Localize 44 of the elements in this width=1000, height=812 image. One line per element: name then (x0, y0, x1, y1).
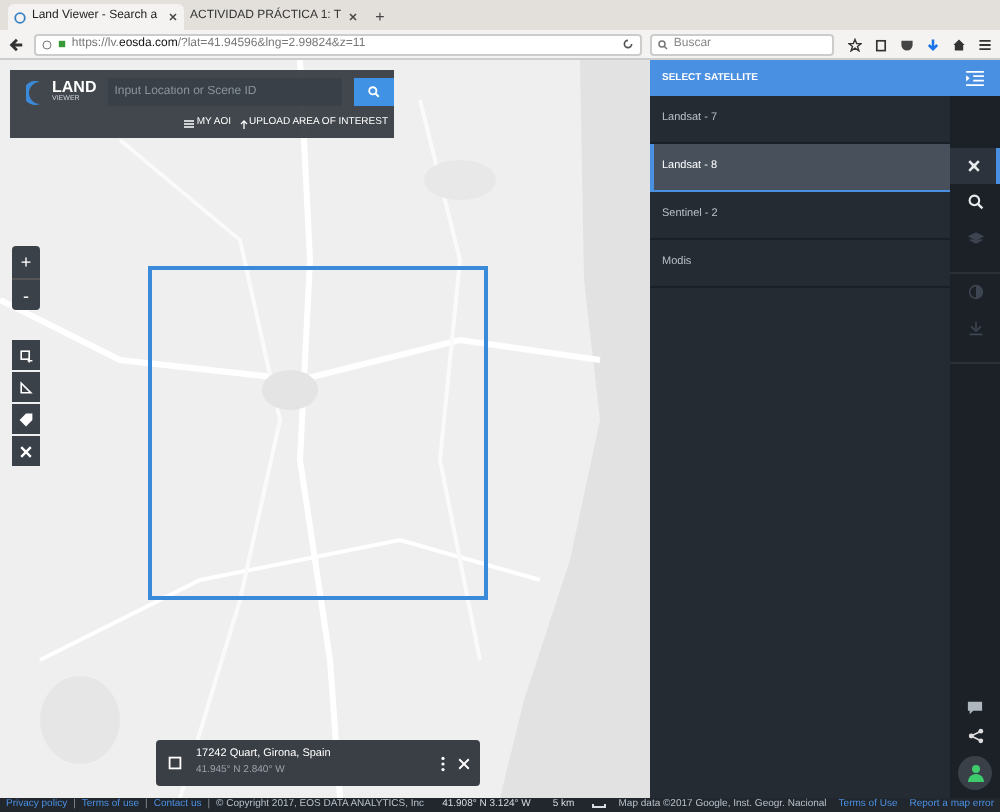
zoom-out-button[interactable]: - (12, 278, 40, 310)
satellite-button[interactable] (12, 436, 40, 466)
upload-icon (239, 119, 248, 129)
tool-button[interactable] (950, 148, 1000, 184)
close-icon[interactable] (168, 12, 178, 22)
search-button[interactable] (354, 78, 394, 106)
layers-icon (967, 230, 983, 246)
chat-icon[interactable] (966, 700, 984, 716)
search-icon (967, 194, 983, 210)
close-icon[interactable] (347, 12, 358, 22)
cross-icon (965, 158, 981, 174)
search-icon (657, 39, 668, 49)
cross-icon (18, 443, 34, 459)
tag-button[interactable] (12, 404, 40, 434)
triangle-icon (18, 379, 34, 395)
draw-rectangle-button[interactable] (12, 340, 40, 370)
collapse-panel-icon (966, 70, 984, 86)
back-icon[interactable] (8, 35, 26, 53)
ruler-button[interactable] (12, 372, 40, 402)
user-icon (967, 764, 983, 782)
download-icon (967, 320, 983, 336)
search-icon (368, 86, 381, 98)
tag-icon (18, 411, 34, 427)
user-button[interactable] (958, 756, 992, 790)
reload-icon[interactable] (621, 38, 634, 50)
lock-icon (57, 40, 66, 48)
info-icon[interactable] (41, 39, 52, 49)
star-icon[interactable] (848, 37, 862, 51)
logo-text: LAND (52, 80, 97, 97)
square-plus-icon (18, 347, 34, 363)
contrast-icon (967, 284, 983, 300)
panel-toggle-button[interactable] (950, 60, 1000, 96)
new-tab-button[interactable]: + (363, 4, 397, 30)
list-icon (184, 120, 195, 128)
share-icon[interactable] (967, 728, 983, 744)
crop-icon (166, 754, 184, 772)
download-icon[interactable] (926, 37, 940, 51)
zoom-in-button[interactable]: + (12, 246, 40, 278)
area-of-interest-frame[interactable] (148, 266, 488, 600)
scale-bar (592, 803, 607, 807)
more-icon[interactable] (440, 755, 446, 771)
home-icon[interactable] (952, 37, 966, 51)
clipboard-icon[interactable] (874, 37, 888, 51)
menu-icon[interactable] (978, 37, 992, 51)
